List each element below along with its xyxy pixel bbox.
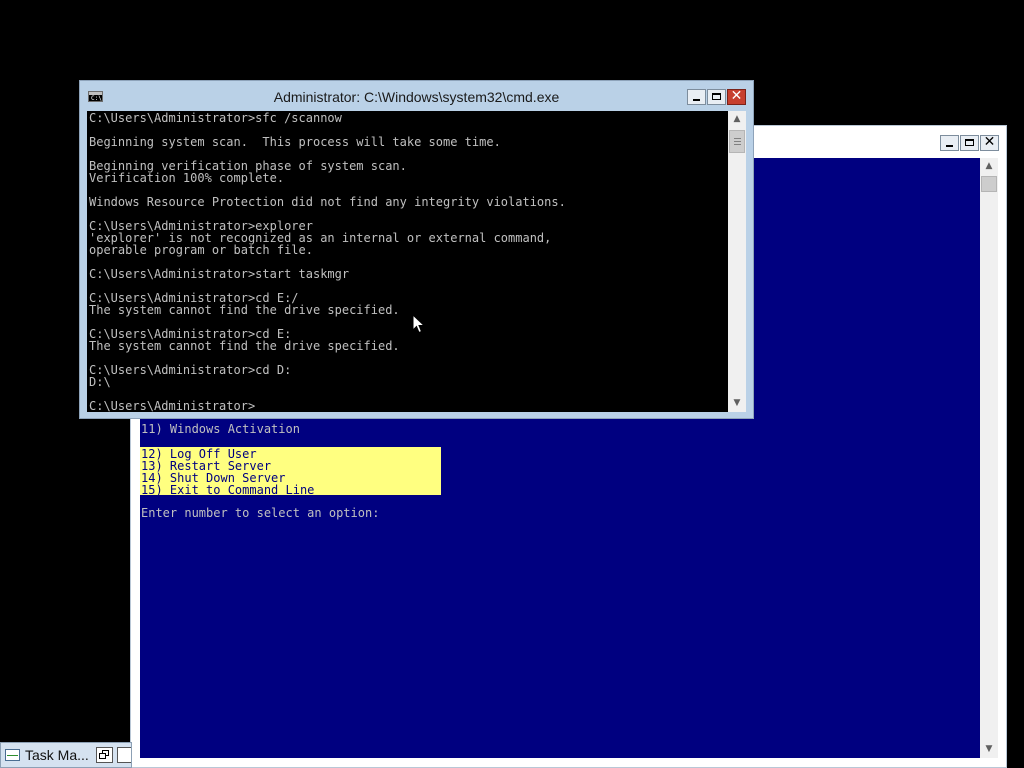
cmd-window-controls: ✕ [687,88,746,105]
console-line: The system cannot find the drive specifi… [89,303,400,317]
cmd-maximize-button[interactable] [707,89,726,105]
sconfig-scrollbar[interactable]: ▲ ▼ [980,158,998,758]
menu-item-windows-activation: 11) Windows Activation [141,422,300,436]
cmd-window: C:\ Administrator: C:\Windows\system32\c… [79,80,754,419]
scroll-down-arrow[interactable]: ▼ [728,395,746,412]
console-line: C:\Users\Administrator>start taskmgr [89,267,350,281]
cmd-scrollbar[interactable]: ▲ ▼ [728,111,746,412]
sconfig-minimize-button[interactable] [940,135,959,151]
cmd-console[interactable]: C:\Users\Administrator>sfc /scannow Begin… [87,111,728,412]
select-option-prompt: Enter number to select an option: [141,506,380,520]
close-icon[interactable] [117,747,131,763]
task-manager-label: Task Ma... [25,747,89,763]
console-line: Verification 100% complete. [89,171,285,185]
console-line: Beginning system scan. This process will… [89,135,501,149]
minimize-icon [693,99,700,101]
close-icon: ✕ [730,88,743,104]
console-line: operable program or batch file. [89,243,313,257]
maximize-icon [965,139,974,146]
sconfig-close-button[interactable]: ✕ [980,134,999,151]
console-line: The system cannot find the drive specifi… [89,339,400,353]
console-line: C:\Users\Administrator> [89,399,256,412]
console-line: D:\ [89,375,111,389]
menu-item-exit-cmd: 15) Exit to Command Line [141,483,315,497]
cmd-window-title: Administrator: C:\Windows\system32\cmd.e… [273,89,560,105]
cmd-minimize-button[interactable] [687,89,706,105]
console-line: Windows Resource Protection did not find… [89,195,566,209]
minimize-icon [946,145,953,147]
scroll-up-arrow[interactable]: ▲ [728,111,746,128]
close-icon: ✕ [983,134,996,150]
console-line: C:\Users\Administrator>sfc /scannow [89,111,342,125]
scroll-thumb[interactable] [981,176,997,192]
task-manager-minimized[interactable]: Task Ma... [0,742,132,768]
cursor-icon [412,314,426,334]
cmd-close-button[interactable]: ✕ [727,88,746,105]
restore-icon[interactable] [96,747,113,763]
highlighted-menu-block: 12) Log Off User 13) Restart Server 14) … [140,447,441,497]
sconfig-window-controls: ✕ [940,134,999,151]
scroll-up-arrow[interactable]: ▲ [980,158,998,175]
cmd-titlebar[interactable]: C:\ Administrator: C:\Windows\system32\c… [80,81,753,111]
maximize-icon [712,93,721,100]
scroll-thumb[interactable] [729,130,745,153]
console-line: C:\Users\Administrator>cd D: [89,363,292,377]
sconfig-maximize-button[interactable] [960,135,979,151]
scroll-down-arrow[interactable]: ▼ [980,741,998,758]
task-manager-icon [5,749,20,761]
